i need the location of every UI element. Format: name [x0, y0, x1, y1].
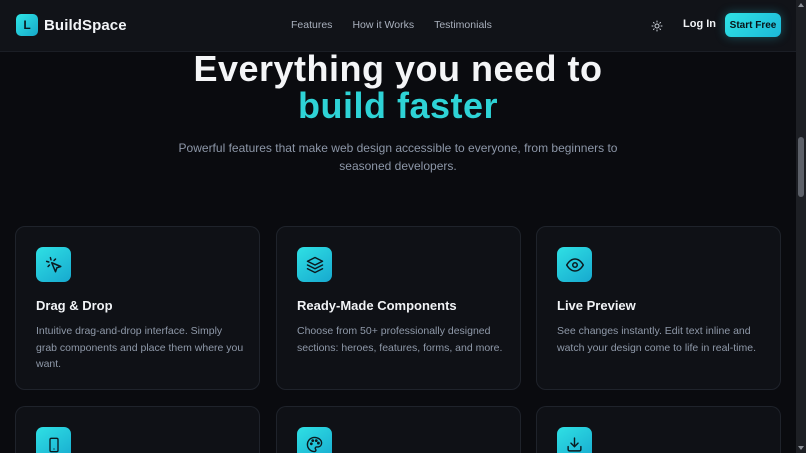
feature-title: Live Preview — [557, 298, 636, 313]
feature-description: Intuitive drag-and-drop interface. Simpl… — [36, 325, 244, 370]
page: L BuildSpace Features How it Works Testi… — [0, 0, 796, 453]
page-scrollbar[interactable] — [796, 0, 806, 453]
feature-icon-box — [36, 247, 71, 282]
feature-icon-box — [36, 427, 71, 453]
nav-link-how-it-works[interactable]: How it Works — [352, 19, 414, 31]
start-free-button[interactable]: Start Free — [725, 13, 781, 37]
smartphone-icon — [48, 437, 59, 452]
theme-toggle-button[interactable] — [648, 17, 666, 35]
feature-description: Choose from 50+ professionally designed … — [297, 325, 503, 354]
logo-mark: L — [16, 14, 38, 36]
feature-card: Drag & Drop Intuitive drag-and-drop inte… — [15, 226, 260, 390]
nav-links: Features How it Works Testimonials — [291, 19, 492, 31]
feature-card: Ready-Made Components Choose from 50+ pr… — [276, 226, 521, 390]
eye-icon — [565, 257, 584, 272]
layers-icon — [306, 256, 323, 273]
hero-heading-line1: Everything you need to — [193, 48, 603, 89]
feature-card — [15, 406, 260, 453]
feature-description: See changes instantly. Edit text inline … — [557, 325, 757, 354]
scroll-up-arrow-icon[interactable] — [798, 3, 804, 7]
scroll-down-arrow-icon[interactable] — [798, 446, 804, 450]
feature-icon-box — [297, 427, 332, 453]
feature-icon-box — [297, 247, 332, 282]
feature-card — [536, 406, 781, 453]
feature-title: Ready-Made Components — [297, 298, 457, 313]
feature-card: Live Preview See changes instantly. Edit… — [536, 226, 781, 390]
feature-icon-box — [557, 247, 592, 282]
feature-icon-box — [557, 427, 592, 453]
nav-link-features[interactable]: Features — [291, 19, 332, 31]
nav-link-testimonials[interactable]: Testimonials — [434, 19, 492, 31]
sun-icon — [651, 20, 663, 32]
login-link[interactable]: Log In — [683, 18, 716, 30]
download-icon — [567, 437, 582, 452]
brand-name: BuildSpace — [44, 16, 127, 34]
hero-subtitle: Powerful features that make web design a… — [178, 141, 618, 173]
navbar: L BuildSpace Features How it Works Testi… — [0, 0, 796, 52]
feature-card — [276, 406, 521, 453]
cursor-click-icon — [45, 256, 61, 272]
scroll-thumb[interactable] — [798, 137, 804, 197]
feature-title: Drag & Drop — [36, 298, 113, 313]
hero-heading-line2: build faster — [297, 85, 499, 126]
palette-icon — [306, 436, 323, 453]
brand-logo[interactable]: L BuildSpace — [16, 14, 127, 36]
